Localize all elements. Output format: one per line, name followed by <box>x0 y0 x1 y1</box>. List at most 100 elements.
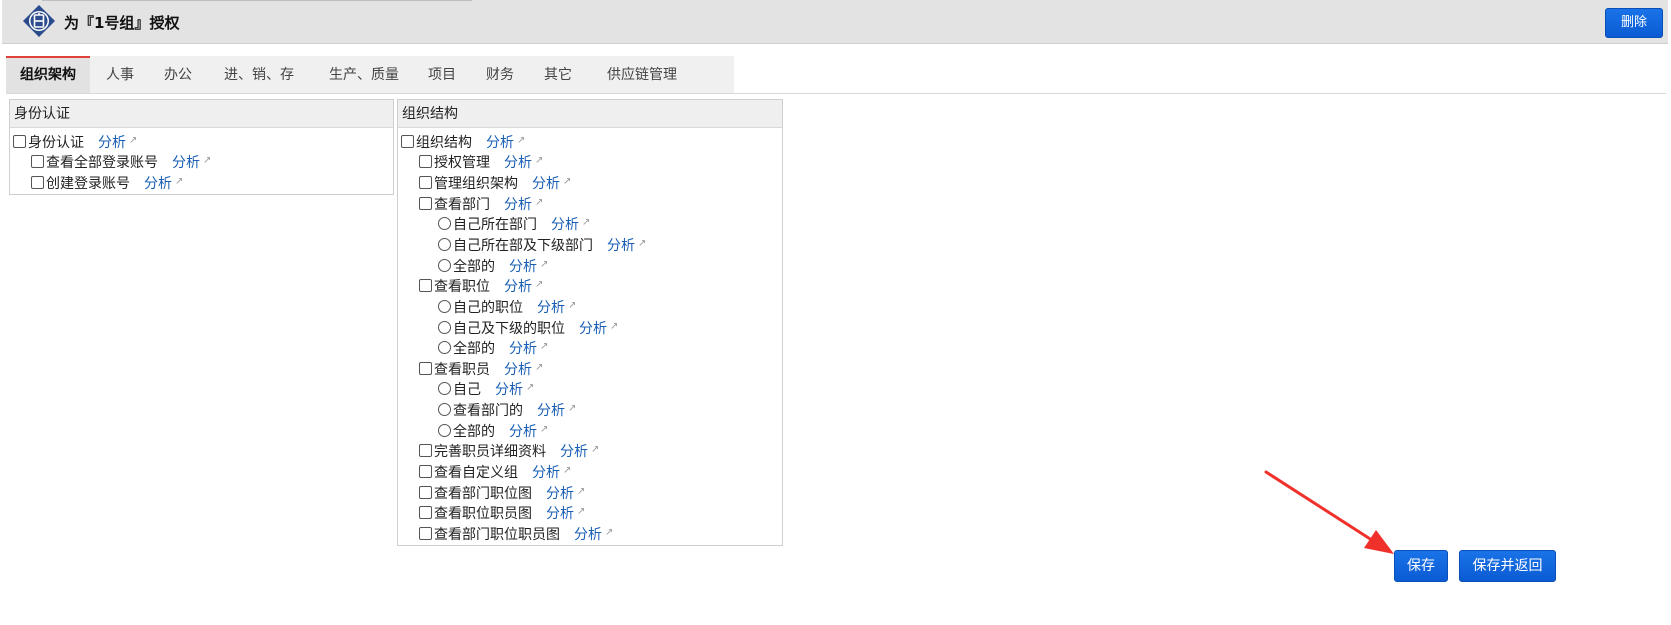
external-link-icon: ↗ <box>563 176 572 187</box>
analyze-link[interactable]: 分析 <box>532 465 560 481</box>
perm-radio[interactable] <box>438 341 451 354</box>
tab-office[interactable]: 办公 <box>154 56 202 94</box>
perm-checkbox[interactable] <box>419 155 432 168</box>
external-link-icon: ↗ <box>568 300 577 311</box>
perm-row: 查看部门职位图 分析 ↗ <box>419 482 585 502</box>
tab-finance[interactable]: 财务 <box>476 56 524 94</box>
external-link-icon: ↗ <box>203 155 212 166</box>
external-link-icon: ↗ <box>568 403 577 414</box>
analyze-link[interactable]: 分析 <box>551 217 579 233</box>
external-link-icon: ↗ <box>175 176 184 187</box>
external-link-icon: ↗ <box>526 382 535 393</box>
perm-checkbox[interactable] <box>419 465 432 478</box>
perm-row: 完善职员详细资料 分析 ↗ <box>419 440 599 460</box>
tab-hr[interactable]: 人事 <box>96 56 144 94</box>
identity-panel-title: 身份认证 <box>10 100 393 128</box>
perm-row: 查看部门的 分析 ↗ <box>438 399 576 419</box>
analyze-link[interactable]: 分析 <box>504 155 532 171</box>
perm-row: 自己及下级的职位 分析 ↗ <box>438 317 618 337</box>
tab-supply-chain[interactable]: 供应链管理 <box>592 56 692 94</box>
analyze-link[interactable]: 分析 <box>546 506 574 522</box>
perm-checkbox[interactable] <box>13 135 26 148</box>
perm-row: 全部的 分析 ↗ <box>438 420 548 440</box>
external-link-icon: ↗ <box>540 259 549 270</box>
perm-radio[interactable] <box>438 424 451 437</box>
tab-divider <box>6 93 1666 94</box>
tab-inventory[interactable]: 进、销、存 <box>214 56 304 94</box>
analyze-link[interactable]: 分析 <box>504 197 532 213</box>
external-link-icon: ↗ <box>577 486 586 497</box>
perm-row: 查看部门职位职员图 分析 ↗ <box>419 523 613 543</box>
perm-row: 自己所在部及下级部门 分析 ↗ <box>438 234 646 254</box>
perm-radio[interactable] <box>438 217 451 230</box>
org-panel: 组织结构 组织结构 分析 ↗ 授权管理 分析 ↗ 管理组织架构 分析 ↗ 查看部门 分析 ↗ 自… <box>397 99 783 546</box>
analyze-link[interactable]: 分析 <box>579 321 607 337</box>
perm-checkbox[interactable] <box>31 155 44 168</box>
analyze-link[interactable]: 分析 <box>560 444 588 460</box>
analyze-link[interactable]: 分析 <box>172 155 200 171</box>
tab-org-structure[interactable]: 组织架构 <box>6 56 90 94</box>
perm-checkbox[interactable] <box>401 135 414 148</box>
analyze-link[interactable]: 分析 <box>144 176 172 192</box>
perm-radio[interactable] <box>438 321 451 334</box>
app-logo-icon <box>23 5 55 37</box>
analyze-link[interactable]: 分析 <box>532 176 560 192</box>
analyze-link[interactable]: 分析 <box>509 259 537 275</box>
perm-checkbox[interactable] <box>419 197 432 210</box>
perm-row: 全部的 分析 ↗ <box>438 255 548 275</box>
external-link-icon: ↗ <box>535 155 544 166</box>
analyze-link[interactable]: 分析 <box>509 424 537 440</box>
save-and-return-button[interactable]: 保存并返回 <box>1459 550 1556 582</box>
red-arrow-annotation <box>1264 470 1394 554</box>
perm-row: 自己 分析 ↗ <box>438 378 534 398</box>
perm-checkbox[interactable] <box>419 362 432 375</box>
perm-checkbox[interactable] <box>419 444 432 457</box>
analyze-link[interactable]: 分析 <box>504 279 532 295</box>
analyze-link[interactable]: 分析 <box>574 527 602 543</box>
perm-row: 查看职位 分析 ↗ <box>419 275 543 295</box>
perm-checkbox[interactable] <box>419 279 432 292</box>
perm-row: 自己的职位 分析 ↗ <box>438 296 576 316</box>
perm-row: 授权管理 分析 ↗ <box>419 151 543 171</box>
perm-row: 查看自定义组 分析 ↗ <box>419 461 571 481</box>
external-link-icon: ↗ <box>517 135 526 146</box>
external-link-icon: ↗ <box>129 135 138 146</box>
perm-radio[interactable] <box>438 382 451 395</box>
perm-checkbox[interactable] <box>419 527 432 540</box>
analyze-link[interactable]: 分析 <box>546 486 574 502</box>
external-link-icon: ↗ <box>535 279 544 290</box>
tab-project[interactable]: 项目 <box>418 56 466 94</box>
perm-row: 全部的 分析 ↗ <box>438 337 548 357</box>
analyze-link[interactable]: 分析 <box>98 135 126 151</box>
perm-radio[interactable] <box>438 403 451 416</box>
tab-bar: 组织架构 人事 办公 进、销、存 生产、质量 项目 财务 其它 供应链管理 <box>6 56 734 94</box>
perm-checkbox[interactable] <box>419 486 432 499</box>
perm-checkbox[interactable] <box>419 176 432 189</box>
perm-checkbox[interactable] <box>419 506 432 519</box>
external-link-icon: ↗ <box>610 321 619 332</box>
perm-radio[interactable] <box>438 259 451 272</box>
perm-row: 查看全部登录账号 分析 ↗ <box>31 151 211 171</box>
external-link-icon: ↗ <box>591 444 600 455</box>
analyze-link[interactable]: 分析 <box>509 341 537 357</box>
perm-checkbox[interactable] <box>31 176 44 189</box>
org-panel-title: 组织结构 <box>398 100 782 128</box>
analyze-link[interactable]: 分析 <box>537 403 565 419</box>
external-link-icon: ↗ <box>638 238 647 249</box>
analyze-link[interactable]: 分析 <box>537 300 565 316</box>
header-top-line <box>42 0 472 1</box>
tab-production-quality[interactable]: 生产、质量 <box>314 56 414 94</box>
tab-other[interactable]: 其它 <box>534 56 582 94</box>
analyze-link[interactable]: 分析 <box>495 382 523 398</box>
analyze-link[interactable]: 分析 <box>504 362 532 378</box>
save-button[interactable]: 保存 <box>1394 550 1448 582</box>
perm-row: 自己所在部门 分析 ↗ <box>438 213 590 233</box>
perm-radio[interactable] <box>438 300 451 313</box>
delete-button[interactable]: 删除 <box>1605 8 1663 38</box>
external-link-icon: ↗ <box>582 217 591 228</box>
perm-row: 管理组织架构 分析 ↗ <box>419 172 571 192</box>
header-bar: 为『1号组』授权 删除 <box>2 0 1668 44</box>
analyze-link[interactable]: 分析 <box>486 135 514 151</box>
perm-radio[interactable] <box>438 238 451 251</box>
analyze-link[interactable]: 分析 <box>607 238 635 254</box>
